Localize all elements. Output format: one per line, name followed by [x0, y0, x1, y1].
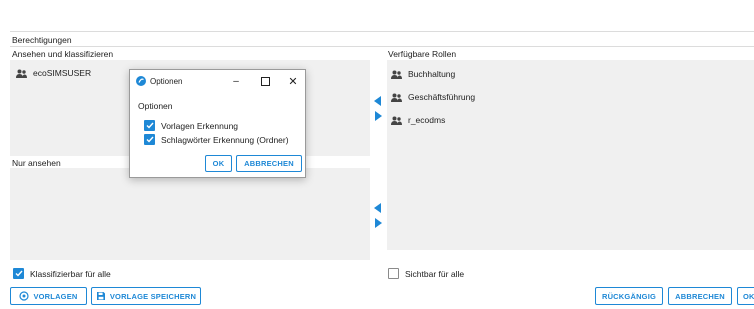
undo-label: RÜCKGÄNGIG: [601, 291, 657, 301]
dialog-cancel-label: ABBRECHEN: [244, 159, 294, 168]
ok-label: OK: [743, 291, 754, 301]
cancel-label: ABBRECHEN: [675, 291, 725, 301]
available-roles-title: Verfügbare Rollen: [388, 49, 457, 59]
dialog-section-label: Optionen: [138, 101, 173, 111]
section-title: Berechtigungen: [12, 35, 72, 45]
move-right-top-icon[interactable]: [375, 111, 382, 121]
dialog-title: Optionen: [150, 77, 183, 86]
group-icon: [16, 69, 27, 78]
templates-label: VORLAGEN: [33, 291, 78, 301]
option-label: Schlagwörter Erkennung (Ordner): [161, 134, 289, 145]
visible-all-label: Sichtbar für alle: [405, 268, 465, 279]
save-template-button[interactable]: VORLAGE SPEICHERN: [91, 287, 201, 305]
view-only-title: Nur ansehen: [12, 158, 61, 168]
dialog-cancel-button[interactable]: ABBRECHEN: [236, 155, 302, 172]
option-label: Vorlagen Erkennung: [161, 120, 239, 131]
role-item[interactable]: Geschäftsführung: [391, 92, 475, 102]
move-left-bottom-icon[interactable]: [374, 203, 381, 213]
classifiable-all-label: Klassifizierbar für alle: [30, 268, 111, 279]
checkbox[interactable]: [144, 134, 155, 145]
templates-button[interactable]: VORLAGEN: [10, 287, 87, 305]
option-template-recognition[interactable]: Vorlagen Erkennung: [144, 120, 238, 131]
available-roles-list[interactable]: Buchhaltung Geschäftsführung r_ecodms: [387, 60, 754, 250]
group-icon: [391, 93, 402, 102]
cancel-button[interactable]: ABBRECHEN: [668, 287, 732, 305]
options-dialog[interactable]: Optionen – ✕ Optionen Vorlagen Erkennung…: [129, 69, 306, 178]
app-icon: [136, 76, 146, 86]
role-label: r_ecodms: [408, 115, 446, 125]
role-label: Geschäftsführung: [408, 92, 476, 102]
save-template-label: VORLAGE SPEICHERN: [109, 291, 197, 301]
move-left-top-icon[interactable]: [374, 96, 381, 106]
user-label: ecoSIMSUSER: [33, 68, 92, 78]
minimize-icon[interactable]: –: [229, 74, 243, 88]
visible-all-checkbox[interactable]: Sichtbar für alle: [388, 268, 464, 279]
checkbox[interactable]: [144, 120, 155, 131]
top-divider: [10, 31, 754, 32]
role-item[interactable]: r_ecodms: [391, 115, 445, 125]
section-divider: [10, 46, 754, 47]
list-item[interactable]: ecoSIMSUSER: [16, 68, 91, 78]
group-icon: [391, 116, 402, 125]
save-icon: [96, 292, 105, 300]
checkbox[interactable]: [388, 268, 399, 279]
dialog-ok-button[interactable]: OK: [205, 155, 232, 172]
option-keyword-recognition[interactable]: Schlagwörter Erkennung (Ordner): [144, 134, 289, 145]
checkbox[interactable]: [13, 268, 24, 279]
move-right-bottom-icon[interactable]: [375, 218, 382, 228]
view-classify-title: Ansehen und klassifizieren: [12, 49, 114, 59]
view-only-list[interactable]: [10, 168, 370, 260]
dialog-titlebar[interactable]: Optionen – ✕: [130, 70, 305, 92]
undo-button[interactable]: RÜCKGÄNGIG: [595, 287, 663, 305]
classifiable-all-checkbox[interactable]: Klassifizierbar für alle: [13, 268, 111, 279]
ok-button[interactable]: OK: [737, 287, 754, 305]
group-icon: [391, 70, 402, 79]
dialog-ok-label: OK: [212, 159, 225, 168]
role-item[interactable]: Buchhaltung: [391, 69, 455, 79]
maximize-icon[interactable]: [258, 74, 272, 88]
close-icon[interactable]: ✕: [286, 74, 300, 88]
role-label: Buchhaltung: [408, 69, 456, 79]
target-icon: [19, 291, 30, 301]
